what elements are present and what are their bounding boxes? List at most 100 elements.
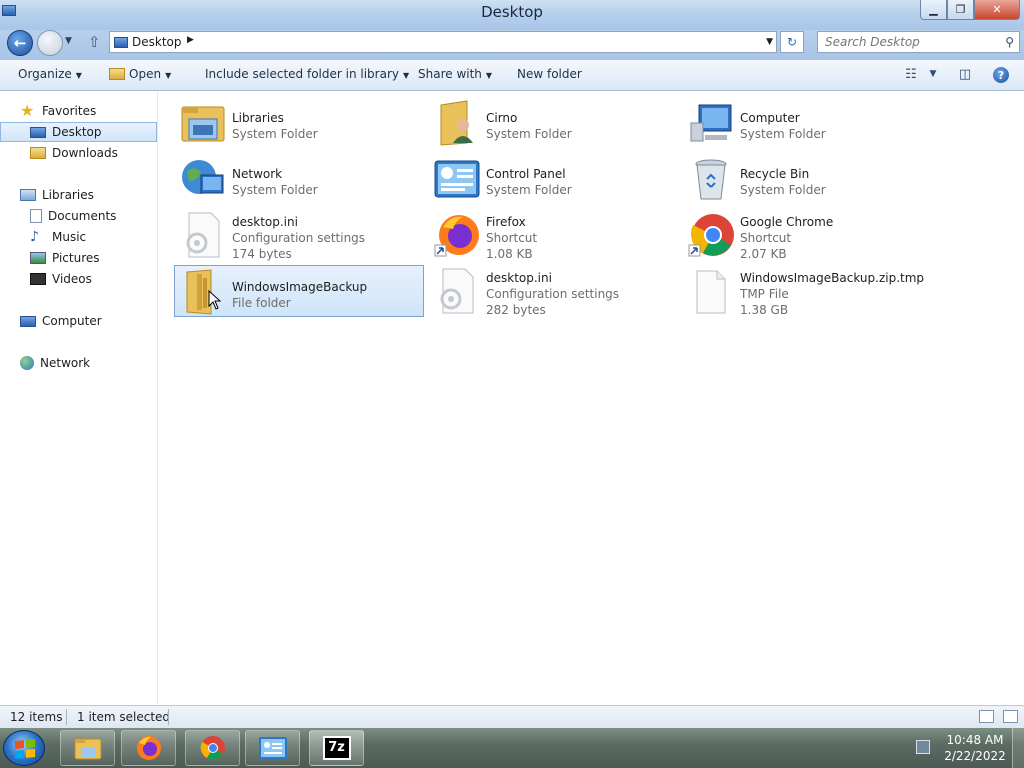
file-item[interactable]: Computer System Folder (683, 97, 933, 149)
recent-pages-dropdown[interactable]: ▼ (65, 36, 72, 46)
item-name: Computer (740, 111, 800, 125)
selection-count: 1 item selected (77, 710, 171, 724)
open-label: Open (129, 67, 162, 81)
libraries-icon (20, 189, 36, 201)
file-item[interactable]: WindowsImageBackup.zip.tmp TMP File 1.38… (683, 265, 933, 317)
organize-button[interactable]: Organize ▼ (18, 67, 82, 81)
large-icons-view-icon[interactable] (1003, 710, 1018, 723)
item-size: 174 bytes (232, 247, 292, 261)
item-name: WindowsImageBackup (232, 280, 368, 294)
file-item[interactable]: desktop.ini Configuration settings 174 b… (175, 209, 425, 261)
file-item[interactable]: Control Panel System Folder (429, 153, 679, 205)
change-view-icon[interactable]: ☷ (902, 65, 920, 83)
user-folder-icon (440, 100, 473, 146)
breadcrumb-desktop[interactable]: Desktop (132, 35, 182, 49)
new-folder-button[interactable]: New folder (517, 67, 582, 81)
item-type: System Folder (486, 127, 572, 141)
nav-network[interactable]: Network (0, 353, 157, 373)
file-item[interactable]: Cirno System Folder (429, 97, 679, 149)
back-button[interactable]: ← (7, 30, 33, 56)
chevron-down-icon: ▼ (402, 71, 410, 80)
search-box[interactable]: ⚲ (817, 31, 1020, 53)
window-title: Desktop (481, 3, 543, 21)
system-clock[interactable]: 10:48 AM 2/22/2022 (940, 732, 1010, 764)
file-item[interactable]: Network System Folder (175, 153, 425, 205)
nav-music[interactable]: ♪ Music (0, 227, 157, 247)
details-view-icon[interactable] (979, 710, 994, 723)
item-type: TMP File (740, 287, 789, 301)
nav-label: Favorites (42, 104, 97, 118)
nav-label: Downloads (52, 146, 118, 160)
share-with-button[interactable]: Share with ▼ (418, 67, 492, 81)
item-name: Libraries (232, 111, 284, 125)
nav-pictures[interactable]: Pictures (0, 248, 157, 268)
chevron-down-icon: ▼ (75, 71, 82, 80)
action-center-icon[interactable] (916, 740, 930, 754)
open-button[interactable]: Open ▼ (109, 67, 171, 81)
start-button[interactable] (3, 730, 45, 766)
taskbar-chrome[interactable] (185, 730, 240, 766)
taskbar-control-panel[interactable] (245, 730, 300, 766)
item-name: Cirno (486, 111, 518, 125)
include-in-library-button[interactable]: Include selected folder in library ▼ (205, 67, 409, 81)
network-icon (182, 160, 224, 194)
show-desktop-button[interactable] (1012, 728, 1024, 768)
file-item[interactable]: Google Chrome Shortcut 2.07 KB (683, 209, 933, 261)
nav-videos[interactable]: Videos (0, 269, 157, 289)
restore-icon: ❐ (955, 3, 966, 16)
firefox-icon (434, 215, 479, 257)
nav-label: Videos (52, 272, 92, 286)
up-button[interactable]: ⇧ (88, 33, 101, 51)
taskbar-explorer[interactable] (60, 730, 115, 766)
status-bar: 12 items 1 item selected (0, 705, 1024, 728)
nav-downloads[interactable]: Downloads (0, 143, 157, 163)
item-type: System Folder (740, 183, 826, 197)
file-item[interactable]: Libraries System Folder (175, 97, 425, 149)
nav-label: Network (40, 356, 91, 370)
breadcrumb-arrow-icon[interactable]: ▶ (187, 35, 194, 45)
close-button[interactable]: ✕ (974, 0, 1020, 20)
search-input[interactable] (818, 32, 998, 52)
maximize-button[interactable]: ❐ (947, 0, 974, 20)
forward-button[interactable] (37, 30, 63, 56)
help-icon[interactable]: ? (993, 67, 1009, 83)
address-bar[interactable]: Desktop ▶ ▼ (109, 31, 777, 53)
refresh-icon: ↻ (786, 35, 798, 49)
nav-label: Music (52, 230, 87, 244)
chevron-down-icon: ▼ (165, 71, 172, 80)
nav-documents[interactable]: Documents (0, 206, 157, 226)
clock-date: 2/22/2022 (944, 749, 1006, 763)
file-item[interactable]: Firefox Shortcut 1.08 KB (429, 209, 679, 261)
nav-libraries[interactable]: Libraries (0, 185, 157, 205)
firefox-icon (136, 736, 161, 760)
address-dropdown-icon[interactable]: ▼ (766, 37, 773, 47)
chrome-icon (200, 736, 225, 760)
film-icon (30, 273, 46, 285)
network-icon (20, 356, 34, 370)
view-options-dropdown-icon[interactable]: ▼ (924, 65, 942, 83)
item-type: Configuration settings (232, 231, 366, 245)
nav-desktop[interactable]: Desktop (0, 122, 157, 142)
taskbar: 7z 10:48 AM 2/22/2022 (0, 728, 1024, 768)
taskbar-firefox[interactable] (121, 730, 176, 766)
search-icon[interactable]: ⚲ (1005, 35, 1014, 49)
file-item[interactable]: desktop.ini Configuration settings 282 b… (429, 265, 679, 317)
nav-computer[interactable]: Computer (0, 311, 157, 331)
item-type: File folder (232, 296, 291, 310)
desktop-icon (114, 37, 128, 48)
7zip-icon: 7z (322, 736, 351, 760)
item-size: 282 bytes (486, 303, 546, 317)
file-item[interactable]: Recycle Bin System Folder (683, 153, 933, 205)
taskbar-7zip[interactable]: 7z (309, 730, 364, 766)
nav-label: Libraries (42, 188, 94, 202)
refresh-button[interactable]: ↻ (780, 31, 804, 53)
computer-icon (690, 104, 732, 142)
new-folder-label: New folder (517, 67, 582, 81)
address-row: ← ▼ ⇧ Desktop ▶ ▼ ↻ ⚲ (0, 30, 1024, 60)
settings-file-icon (186, 212, 220, 258)
mouse-cursor-icon (208, 290, 222, 310)
preview-pane-icon[interactable]: ◫ (956, 65, 974, 83)
nav-favorites[interactable]: ★ Favorites (0, 101, 157, 121)
minimize-button[interactable]: ▁ (920, 0, 947, 20)
item-type: Configuration settings (486, 287, 620, 301)
